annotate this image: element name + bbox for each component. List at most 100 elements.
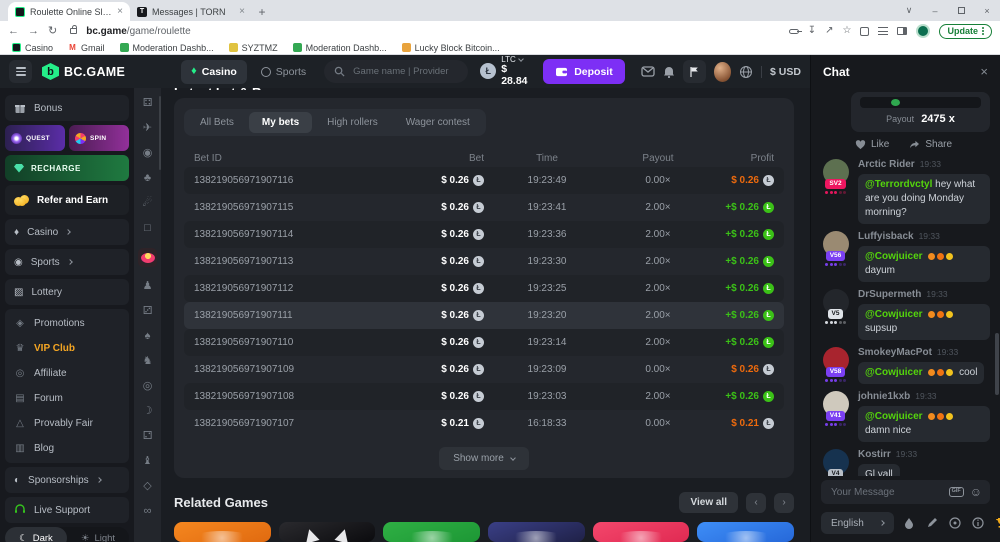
- user-avatar[interactable]: [714, 62, 731, 82]
- side-panel-icon[interactable]: [897, 27, 907, 35]
- blue-game-tile[interactable]: [697, 522, 794, 542]
- table-row[interactable]: 138219056971907113$ 0.26Ł19:23:302.00×+$…: [184, 248, 784, 275]
- green-game-tile[interactable]: [383, 522, 480, 542]
- like-button[interactable]: Like: [871, 139, 889, 150]
- mention-link[interactable]: @Terrordvctyl: [865, 179, 932, 190]
- sidebar-item-forum[interactable]: ▤Forum: [5, 386, 129, 411]
- share-icon[interactable]: ↗: [825, 26, 833, 36]
- table-row[interactable]: 138219056971907108$ 0.26Ł19:23:032.00×+$…: [184, 383, 784, 410]
- browser-menu-chevron-icon[interactable]: ∨: [896, 0, 922, 21]
- bookmark-item[interactable]: Lucky Block Bitcoin...: [402, 43, 500, 53]
- game-ball[interactable]: ◉: [141, 148, 154, 159]
- table-row[interactable]: 138219056971907114$ 0.26Ł19:23:362.00×+$…: [184, 221, 784, 248]
- share-button[interactable]: Share: [925, 139, 952, 150]
- game-search[interactable]: [324, 60, 468, 83]
- language-selector[interactable]: English: [821, 512, 894, 534]
- gif-icon[interactable]: GIF: [949, 487, 964, 498]
- url-text[interactable]: bc.game/game/roulette: [86, 26, 191, 37]
- game-dice[interactable]: ⚃: [141, 98, 154, 109]
- sidebar-item-casino[interactable]: ♦Casino: [5, 219, 129, 245]
- bookmark-item[interactable]: SYZTMZ: [229, 43, 278, 53]
- tab-close-icon[interactable]: ×: [117, 7, 123, 17]
- table-row[interactable]: 138219056971907111$ 0.26Ł19:23:202.00×+$…: [184, 302, 784, 329]
- secure-lock-icon[interactable]: [70, 28, 77, 34]
- password-key-icon[interactable]: [789, 29, 799, 34]
- sidebar-item-affiliate[interactable]: ◎Affiliate: [5, 361, 129, 386]
- bet-id-cell[interactable]: 138219056971907107: [194, 418, 380, 429]
- tab-close-icon[interactable]: ×: [239, 7, 245, 17]
- game-bishop[interactable]: ♝: [141, 456, 154, 467]
- view-all-button[interactable]: View all: [679, 492, 738, 513]
- carousel-prev-button[interactable]: ‹: [746, 493, 766, 513]
- browser-tab[interactable]: TMessages | TORN×: [130, 2, 252, 21]
- game-dice2[interactable]: ⚂: [141, 306, 154, 317]
- search-input[interactable]: [351, 65, 458, 78]
- bet-id-cell[interactable]: 138219056971907110: [194, 337, 380, 348]
- mention-link[interactable]: @Cowjuicer: [865, 411, 923, 422]
- bet-tab-all-bets[interactable]: All Bets: [187, 112, 247, 133]
- message-input-box[interactable]: GIF ☺: [821, 480, 990, 504]
- table-row[interactable]: 138219056971907109$ 0.26Ł19:23:090.00×$ …: [184, 356, 784, 383]
- game-comet[interactable]: ☄: [141, 198, 154, 209]
- chrome-update-button[interactable]: Update: [939, 24, 992, 39]
- game-clubs[interactable]: ♣: [141, 173, 154, 184]
- game-ring[interactable]: ◎: [141, 381, 154, 392]
- sidebar-item-refer-and-earn[interactable]: Refer and Earn: [5, 185, 129, 215]
- wallet-balance[interactable]: Ł LTC $ 28.84: [480, 56, 529, 88]
- table-row[interactable]: 138219056971907112$ 0.26Ł19:23:252.00×+$…: [184, 275, 784, 302]
- game-knight[interactable]: ♞: [141, 356, 154, 367]
- game-roulette[interactable]: [138, 248, 157, 267]
- bet-tab-high-rollers[interactable]: High rollers: [314, 112, 391, 133]
- bet-id-cell[interactable]: 138219056971907108: [194, 391, 380, 402]
- nav-casino-button[interactable]: ♦ Casino: [181, 60, 247, 84]
- theme-light-button[interactable]: ☀ Light: [67, 527, 129, 542]
- back-button[interactable]: ←: [8, 26, 19, 37]
- sidebar-item-vip-club[interactable]: ♛VIP Club: [5, 336, 129, 361]
- mention-link[interactable]: @Cowjuicer: [865, 367, 923, 378]
- chat-username[interactable]: DrSupermeth: [858, 289, 921, 300]
- info-icon[interactable]: [972, 517, 985, 530]
- sidebar-item-spin[interactable]: SPIN: [69, 125, 129, 151]
- orange-game-tile[interactable]: [174, 522, 271, 542]
- sidebar-item-live-support[interactable]: Live Support: [5, 497, 129, 523]
- scrollbar-thumb[interactable]: [995, 333, 999, 395]
- maximize-button[interactable]: [948, 0, 974, 21]
- mention-link[interactable]: @Cowjuicer: [865, 309, 923, 320]
- reading-list-icon[interactable]: [878, 27, 888, 35]
- notifications-bell-icon[interactable]: [663, 66, 675, 78]
- emoji-icon[interactable]: ☺: [970, 486, 982, 498]
- black-cat-game-tile[interactable]: [279, 522, 376, 542]
- browser-tab[interactable]: Roulette Online Slot - Play onlin×: [8, 2, 130, 21]
- bet-id-cell[interactable]: 138219056971907111: [194, 310, 380, 321]
- pen-icon[interactable]: [926, 517, 939, 530]
- vault-mail-icon[interactable]: [641, 66, 655, 77]
- bookmark-item[interactable]: Moderation Dashb...: [120, 43, 214, 53]
- chat-username[interactable]: Arctic Rider: [858, 159, 915, 170]
- table-row[interactable]: 138219056971907110$ 0.26Ł19:23:142.00×+$…: [184, 329, 784, 356]
- bet-id-cell[interactable]: 138219056971907116: [194, 175, 380, 186]
- carousel-next-button[interactable]: ›: [774, 493, 794, 513]
- nav-sports-button[interactable]: Sports: [251, 60, 316, 84]
- hamburger-menu-button[interactable]: [9, 60, 32, 83]
- sidebar-item-recharge[interactable]: RECHARGE: [5, 155, 129, 181]
- chrome-profile-avatar[interactable]: [916, 24, 930, 38]
- coinflip-icon[interactable]: [949, 517, 962, 530]
- game-gemstone[interactable]: ◇: [141, 481, 154, 492]
- rain-icon[interactable]: [903, 517, 916, 530]
- game-plinko[interactable]: ♟: [141, 281, 154, 292]
- chat-username[interactable]: Kostirr: [858, 449, 891, 460]
- table-row[interactable]: 138219056971907115$ 0.26Ł19:23:412.00×+$…: [184, 194, 784, 221]
- sidebar-item-quest[interactable]: QUEST: [5, 125, 65, 151]
- deposit-button[interactable]: Deposit: [543, 59, 625, 84]
- bookmark-item[interactable]: Casino: [12, 43, 53, 53]
- game-moon[interactable]: ☽: [141, 406, 154, 417]
- sidebar-item-sports[interactable]: ◉Sports: [5, 249, 129, 275]
- minimize-button[interactable]: –: [922, 0, 948, 21]
- shared-bet-card[interactable]: Payout 2475 x: [851, 92, 990, 132]
- game-frame[interactable]: □: [141, 223, 154, 234]
- reload-button[interactable]: ↻: [48, 26, 57, 37]
- sidebar-item-bonus[interactable]: Bonus: [5, 95, 129, 121]
- table-row[interactable]: 138219056971907107$ 0.21Ł16:18:330.00×$ …: [184, 410, 784, 437]
- bet-id-cell[interactable]: 138219056971907115: [194, 202, 380, 213]
- mention-link[interactable]: @Cowjuicer: [865, 251, 923, 262]
